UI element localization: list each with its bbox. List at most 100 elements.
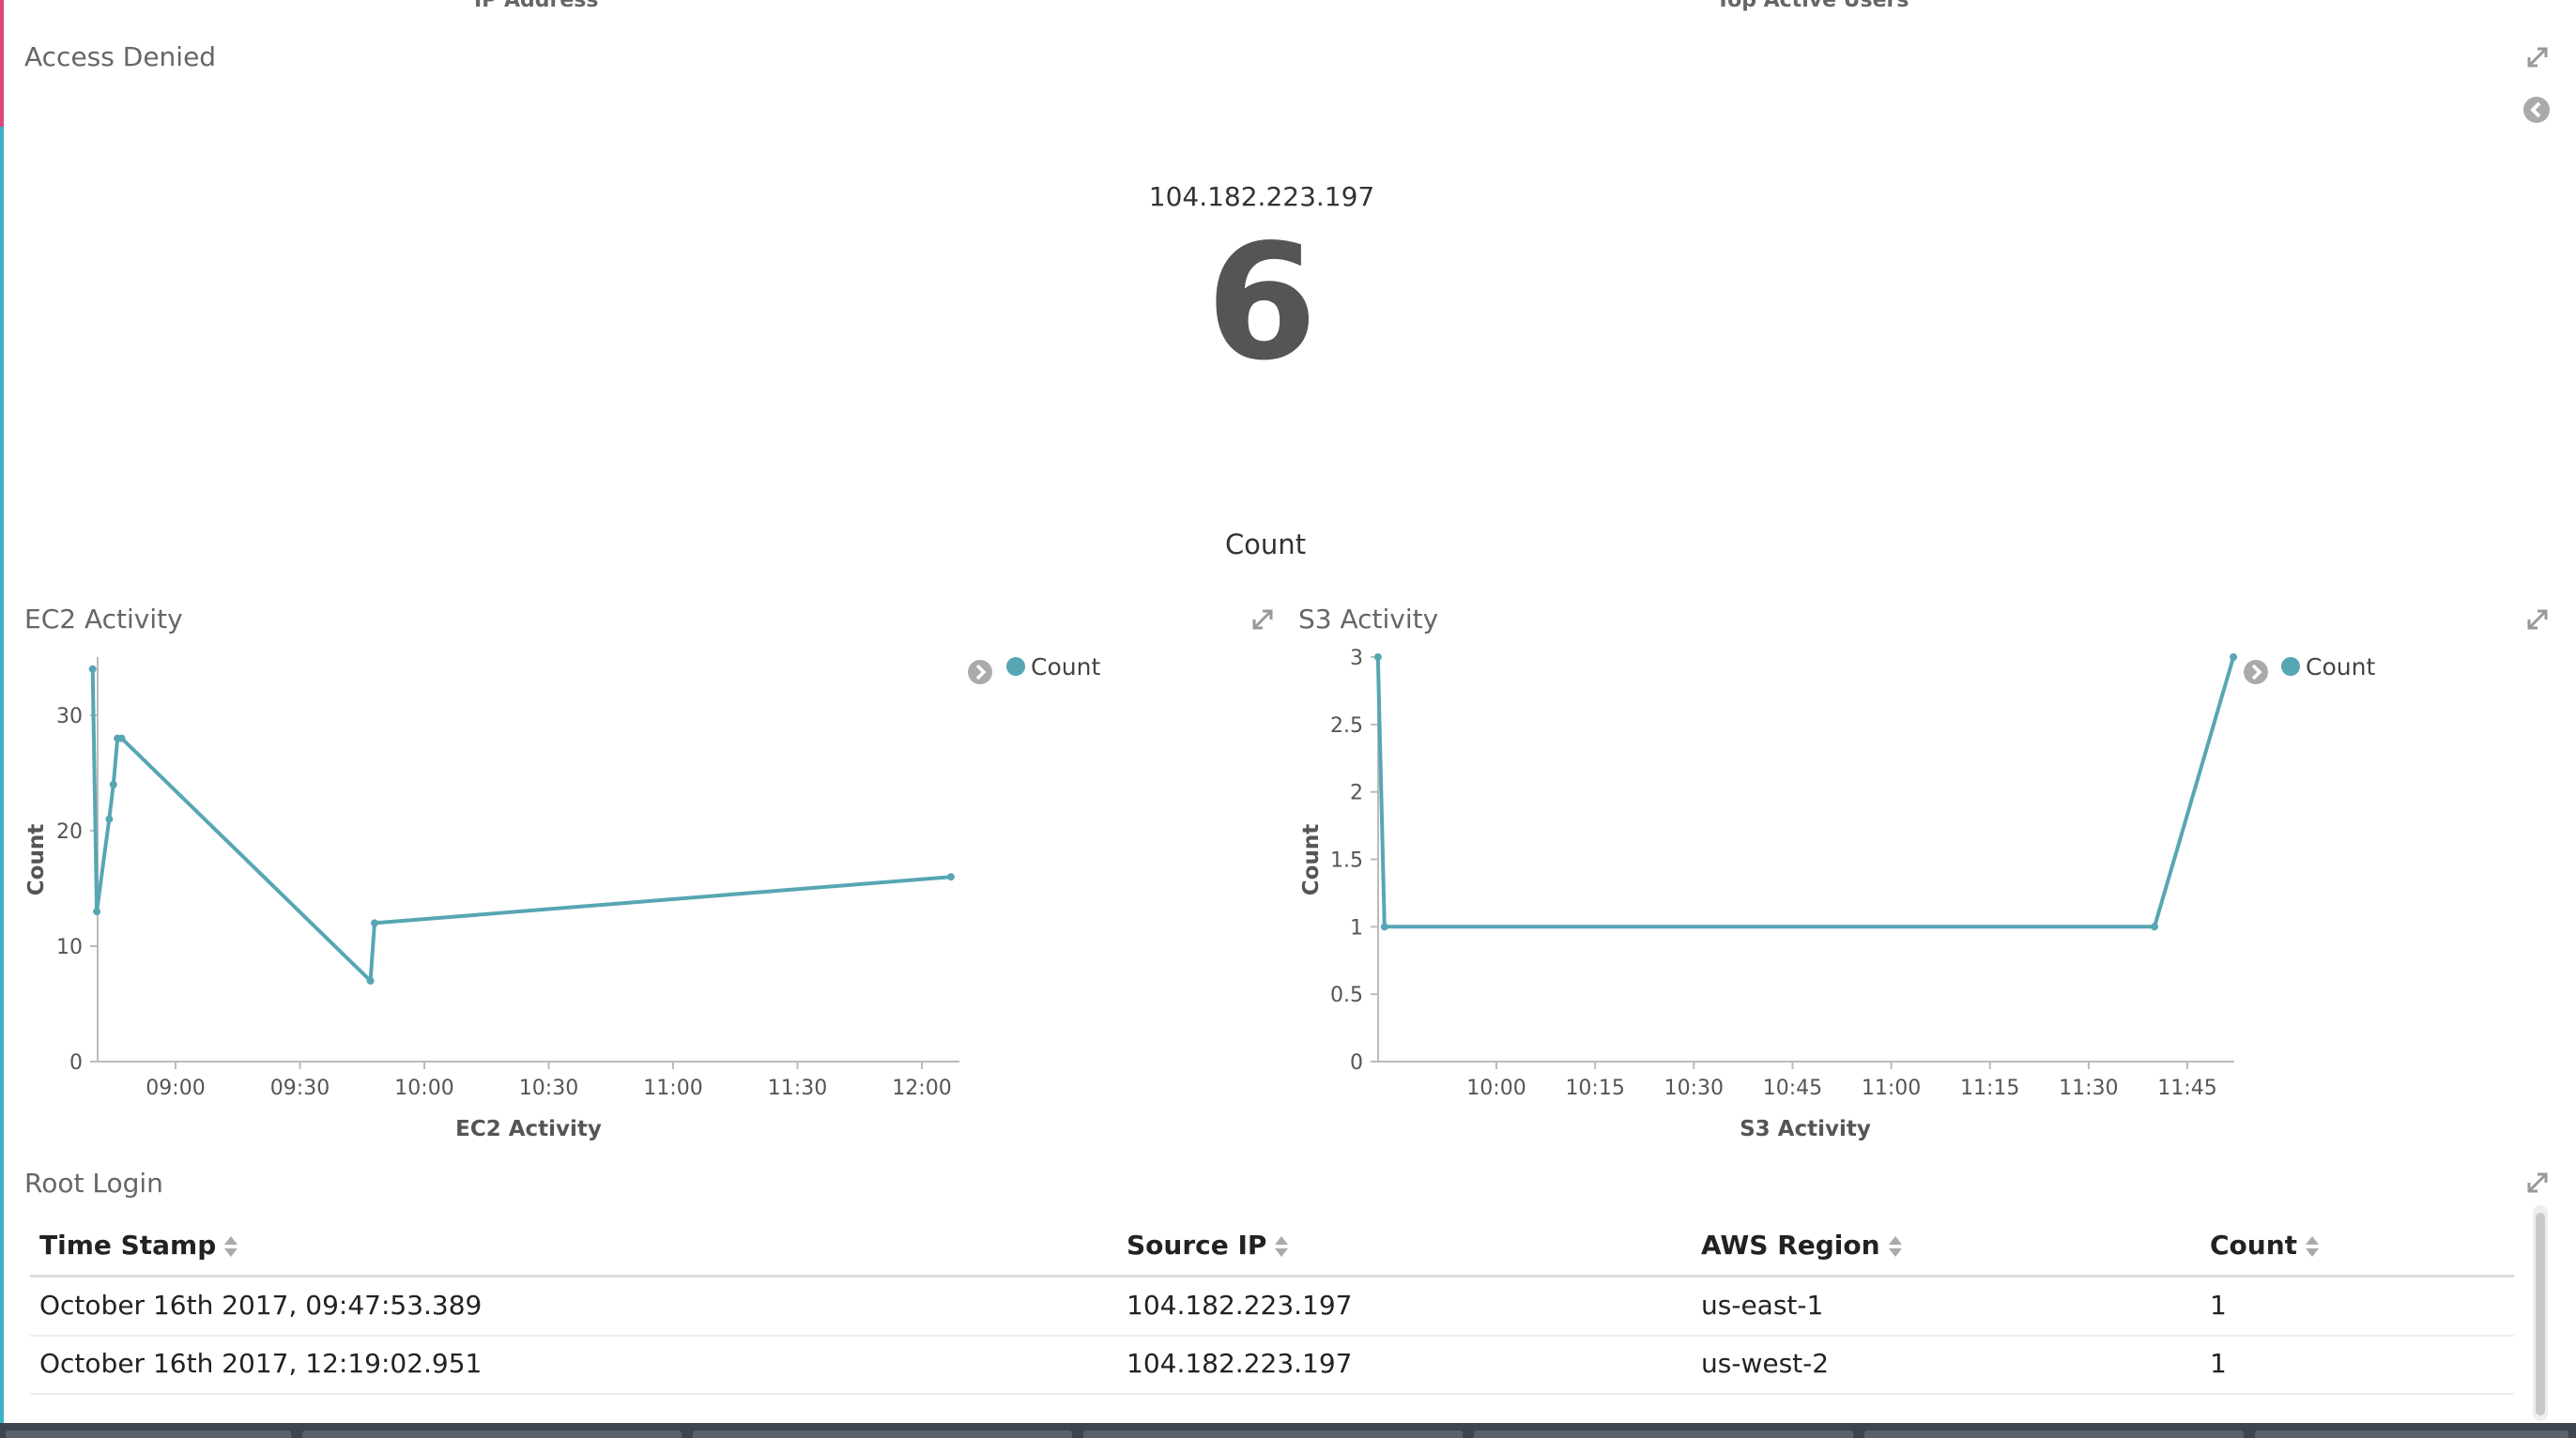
cell-source-ip: 104.182.223.197 — [1127, 1348, 1353, 1379]
ec2-data-point — [88, 665, 97, 673]
ec2-x-tick-label: 10:30 — [519, 1077, 578, 1100]
s3-x-axis-label: S3 Activity — [1740, 1117, 1871, 1141]
ec2-data-point — [371, 919, 378, 927]
top-panel-title-top-active-users: Top Active Users — [1716, 0, 1909, 12]
collapse-legend-icon[interactable] — [2522, 95, 2552, 125]
ec2-activity-chart: 0 10 20 30 09:00 09:30 10:00 10:30 11:00 11:30 12… — [24, 653, 1100, 1141]
ec2-y-tick-label: 10 — [56, 936, 83, 959]
top-panel-title-ip-address: IP Address — [474, 0, 599, 12]
access-denied-title: Access Denied — [24, 41, 217, 72]
ec2-y-axis-label: Count — [24, 824, 49, 895]
s3-x-tick-label: 10:00 — [1466, 1077, 1526, 1100]
ec2-y-tick-label: 0 — [69, 1051, 83, 1075]
ec2-x-tick-label: 12:00 — [892, 1077, 951, 1100]
bottom-tab[interactable] — [302, 1430, 682, 1438]
s3-x-tick-label: 11:00 — [1862, 1077, 1921, 1100]
ec2-x-axis-label: EC2 Activity — [455, 1117, 602, 1141]
cell-aws-region: us-west-2 — [1701, 1348, 1830, 1379]
s3-x-tick-label: 11:30 — [2059, 1077, 2118, 1100]
root-login-title: Root Login — [24, 1168, 163, 1199]
ec2-legend-label[interactable]: Count — [1031, 653, 1100, 681]
bottom-tab[interactable] — [1864, 1430, 2244, 1438]
table-header-divider — [30, 1275, 2514, 1277]
cell-source-ip: 104.182.223.197 — [1127, 1290, 1353, 1321]
ec2-data-point — [366, 976, 375, 985]
legend-toggle-icon[interactable] — [968, 660, 992, 684]
s3-y-tick-label: 1.5 — [1330, 849, 1363, 873]
row-divider — [30, 1393, 2514, 1395]
row-divider — [30, 1335, 2514, 1337]
cell-count: 1 — [2210, 1290, 2227, 1321]
bottom-tab[interactable] — [2255, 1430, 2568, 1438]
ec2-series-line — [90, 668, 952, 986]
ec2-x-tick-label: 10:00 — [394, 1077, 453, 1100]
ec2-x-tick-label: 11:00 — [643, 1077, 702, 1100]
sort-icon[interactable] — [1888, 1234, 1903, 1259]
column-header-aws-region[interactable]: AWS Region — [1701, 1230, 1903, 1261]
expand-icon[interactable] — [2523, 605, 2552, 634]
s3-data-point — [2150, 923, 2158, 931]
ec2-data-point — [105, 815, 114, 823]
cell-timestamp: October 16th 2017, 09:47:53.389 — [39, 1290, 483, 1321]
ec2-data-point — [946, 873, 955, 881]
column-header-label: Source IP — [1127, 1230, 1267, 1261]
s3-series-line — [1375, 656, 2236, 929]
ec2-data-point — [109, 780, 117, 788]
s3-y-tick-label: 0.5 — [1330, 984, 1363, 1007]
expand-icon[interactable] — [2523, 1169, 2552, 1197]
s3-y-tick-label: 3 — [1350, 647, 1363, 670]
metric-value: 6 — [1205, 210, 1318, 396]
bottom-tab[interactable] — [1474, 1430, 1853, 1438]
sort-icon[interactable] — [1274, 1234, 1289, 1259]
s3-x-tick-label: 11:15 — [1960, 1077, 2019, 1100]
column-header-timestamp[interactable]: Time Stamp — [39, 1230, 238, 1261]
cell-timestamp: October 16th 2017, 12:19:02.951 — [39, 1348, 483, 1379]
cell-aws-region: us-east-1 — [1701, 1290, 1824, 1321]
ec2-x-tick-label: 09:00 — [146, 1077, 205, 1100]
column-header-label: Time Stamp — [39, 1230, 217, 1261]
s3-x-tick-label: 11:45 — [2157, 1077, 2216, 1100]
ec2-x-tick-label: 11:30 — [768, 1077, 827, 1100]
table-scrollbar[interactable] — [2533, 1205, 2548, 1421]
s3-data-point — [2230, 653, 2238, 661]
s3-data-point — [1373, 653, 1382, 661]
legend-toggle-icon[interactable] — [2244, 660, 2268, 684]
s3-legend[interactable]: Count — [2244, 653, 2375, 684]
s3-x-tick-label: 10:15 — [1565, 1077, 1624, 1100]
s3-legend-label[interactable]: Count — [2306, 653, 2375, 681]
legend-swatch — [2281, 657, 2300, 676]
s3-data-point — [1380, 923, 1388, 931]
bottom-tab[interactable] — [693, 1430, 1072, 1438]
ec2-data-point — [93, 908, 101, 916]
s3-activity-chart: 0 0.5 1 1.5 2 2.5 3 10:00 10:15 10:30 10:45 11:00 1… — [1299, 647, 2375, 1141]
metric-sublabel: Count — [1224, 528, 1307, 560]
ec2-y-tick-label: 20 — [56, 820, 83, 844]
ec2-y-tick-label: 30 — [56, 705, 83, 728]
s3-x-tick-label: 10:45 — [1763, 1077, 1822, 1100]
column-header-count[interactable]: Count — [2210, 1230, 2320, 1261]
sort-icon[interactable] — [223, 1234, 238, 1259]
scrollbar-thumb[interactable] — [2536, 1213, 2545, 1415]
legend-swatch — [1006, 657, 1025, 676]
s3-activity-title: S3 Activity — [1298, 604, 1439, 635]
expand-icon[interactable] — [1249, 605, 1277, 634]
ec2-x-tick-label: 09:30 — [270, 1077, 330, 1100]
ec2-activity-title: EC2 Activity — [24, 604, 183, 635]
bottom-tab[interactable] — [6, 1430, 291, 1438]
s3-y-tick-label: 2.5 — [1330, 714, 1363, 738]
expand-icon[interactable] — [2523, 43, 2552, 71]
s3-x-tick-label: 10:30 — [1664, 1077, 1724, 1100]
s3-y-tick-label: 0 — [1350, 1051, 1363, 1075]
column-header-label: Count — [2210, 1230, 2298, 1261]
column-header-source-ip[interactable]: Source IP — [1127, 1230, 1289, 1261]
bottom-tab[interactable] — [1083, 1430, 1463, 1438]
cell-count: 1 — [2210, 1348, 2227, 1379]
ec2-legend[interactable]: Count — [968, 653, 1100, 684]
s3-y-tick-label: 2 — [1350, 782, 1363, 805]
column-header-label: AWS Region — [1701, 1230, 1880, 1261]
metric-label: 104.182.223.197 — [1148, 181, 1375, 212]
s3-y-tick-label: 1 — [1350, 916, 1363, 940]
sort-icon[interactable] — [2305, 1234, 2320, 1259]
s3-y-axis-label: Count — [1299, 824, 1324, 895]
ec2-data-point — [117, 734, 126, 742]
